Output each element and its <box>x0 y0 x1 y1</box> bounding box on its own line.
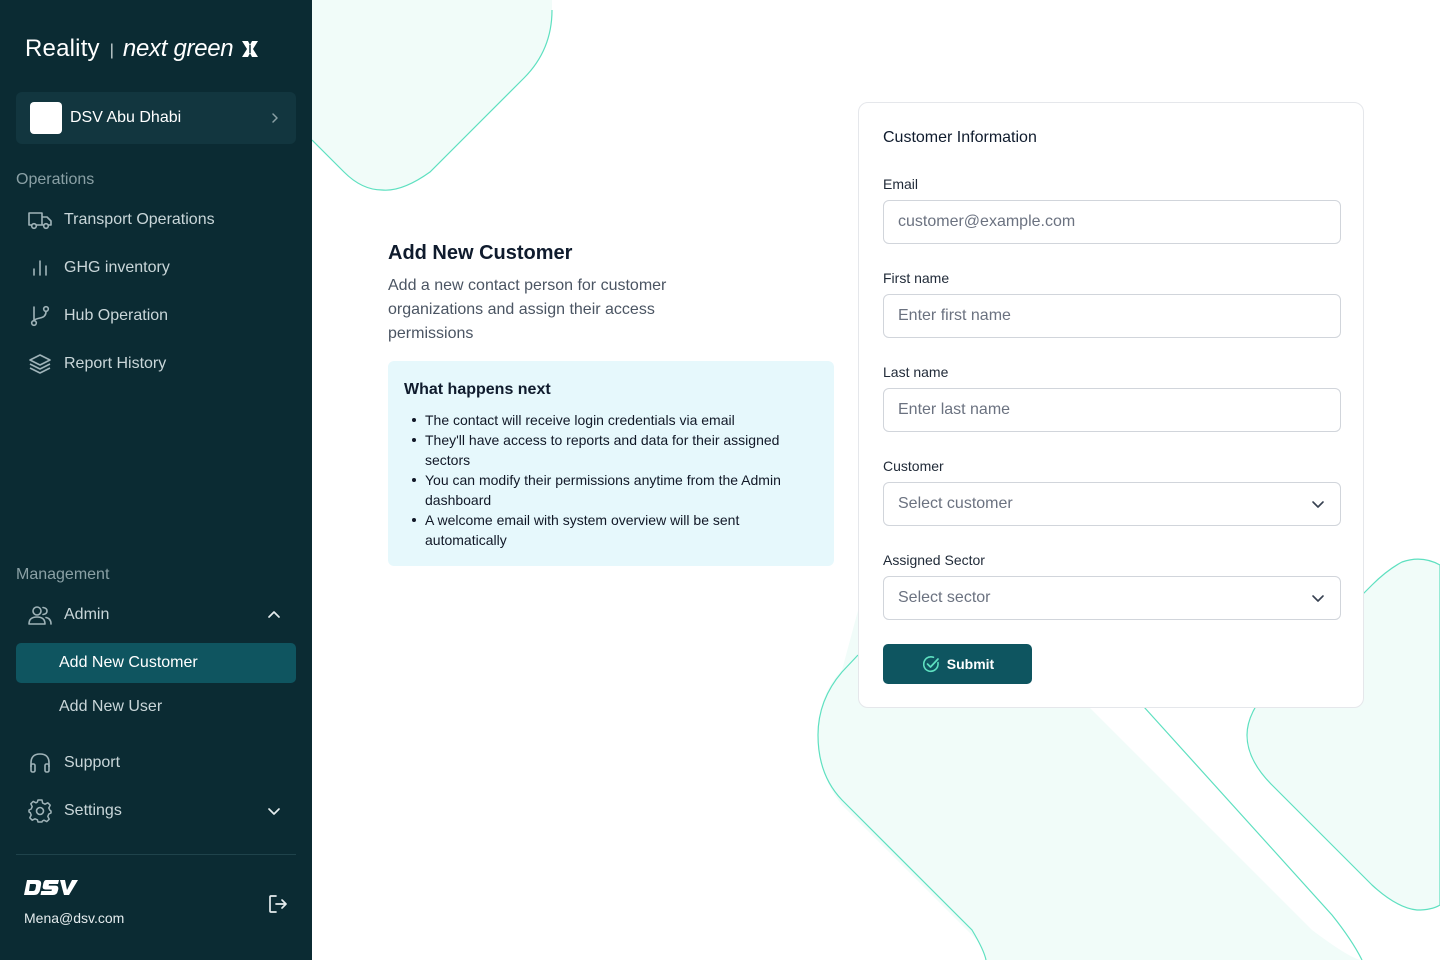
check-circle-icon <box>922 656 939 673</box>
chevron-right-icon <box>272 113 278 123</box>
email-placeholder: customer@example.com <box>898 213 1076 230</box>
chevron-down-icon <box>268 808 280 815</box>
chevron-down-icon <box>1312 595 1324 602</box>
sidebar-item-settings[interactable]: Settings <box>16 791 296 831</box>
sidebar-item-label: Admin <box>64 606 110 623</box>
form-title: Customer Information <box>883 129 1037 146</box>
sidebar-item-label: Hub Operation <box>64 307 169 324</box>
page-title: Add New Customer <box>388 242 573 264</box>
sidebar-item-transport-operations[interactable]: Transport Operations <box>16 200 296 240</box>
list-item: A welcome email with system overview wil… <box>412 510 818 550</box>
sidebar-item-label: Settings <box>64 802 122 819</box>
users-icon <box>26 601 54 629</box>
headset-icon <box>26 749 54 777</box>
section-label-management: Management <box>16 566 110 583</box>
first-name-placeholder: Enter first name <box>898 307 1011 324</box>
customer-label: Customer <box>883 458 944 474</box>
user-email: Mena@dsv.com <box>24 910 125 926</box>
customer-select[interactable]: Select customer <box>883 482 1341 526</box>
assigned-sector-label: Assigned Sector <box>883 552 985 568</box>
what-happens-next-list: The contact will receive login credentia… <box>404 410 818 550</box>
list-item: The contact will receive login credentia… <box>412 410 818 430</box>
last-name-placeholder: Enter last name <box>898 401 1011 418</box>
sidebar-item-hub-operation[interactable]: Hub Operation <box>16 296 296 336</box>
list-item: You can modify their permissions anytime… <box>412 470 818 510</box>
sidebar: Reality | next green DSV Abu Dhabi Opera… <box>0 0 312 960</box>
brand-x-icon <box>242 41 259 57</box>
submit-label: Submit <box>946 656 995 672</box>
sidebar-divider <box>16 854 296 855</box>
sector-select[interactable]: Select sector <box>883 576 1341 620</box>
brand-next-green-text: next green <box>122 35 234 62</box>
chevron-down-icon <box>1312 501 1324 508</box>
bar-chart-icon <box>26 254 54 282</box>
email-field[interactable]: customer@example.com <box>883 200 1341 244</box>
submit-button[interactable]: Submit <box>883 644 1032 684</box>
sidebar-subitem-add-new-customer[interactable]: Add New Customer <box>16 643 296 683</box>
sidebar-subitem-add-new-user[interactable]: Add New User <box>16 687 296 727</box>
last-name-label: Last name <box>883 364 949 380</box>
sidebar-item-label: Report History <box>64 355 167 372</box>
sector-select-value: Select sector <box>898 589 991 606</box>
brand-separator: | <box>109 42 114 59</box>
truck-icon <box>26 206 54 234</box>
customer-select-value: Select customer <box>898 495 1013 512</box>
layers-icon <box>26 350 54 378</box>
dsv-logo <box>24 880 78 895</box>
sidebar-item-ghg-inventory[interactable]: GHG inventory <box>16 248 296 288</box>
last-name-field[interactable]: Enter last name <box>883 388 1341 432</box>
sidebar-item-admin[interactable]: Admin <box>16 595 296 635</box>
organization-name: DSV Abu Dhabi <box>70 109 182 126</box>
list-item: They'll have access to reports and data … <box>412 430 818 470</box>
first-name-label: First name <box>883 270 950 286</box>
customer-information-form: Customer Information Email customer@exam… <box>858 102 1364 708</box>
sidebar-item-support[interactable]: Support <box>16 743 296 783</box>
brand-logo[interactable]: Reality | next green <box>25 32 261 66</box>
sidebar-item-label: GHG inventory <box>64 259 170 276</box>
organization-switcher[interactable]: DSV Abu Dhabi <box>16 92 296 144</box>
first-name-field[interactable]: Enter first name <box>883 294 1341 338</box>
email-label: Email <box>883 176 919 192</box>
what-happens-next-title: What happens next <box>404 381 551 398</box>
page-description: Add a new contact person for customer or… <box>388 277 667 342</box>
section-label-operations: Operations <box>16 171 95 188</box>
brand-reality-text: Reality <box>25 35 100 62</box>
sidebar-item-label: Support <box>64 754 121 771</box>
sidebar-item-label: Transport Operations <box>64 211 215 228</box>
logout-icon[interactable] <box>266 892 290 916</box>
what-happens-next-panel: What happens next The contact will recei… <box>388 361 834 566</box>
chevron-up-icon <box>268 611 280 618</box>
git-branch-icon <box>26 302 54 330</box>
gear-icon <box>26 797 54 825</box>
sidebar-item-report-history[interactable]: Report History <box>16 344 296 384</box>
organization-logo <box>30 102 62 134</box>
